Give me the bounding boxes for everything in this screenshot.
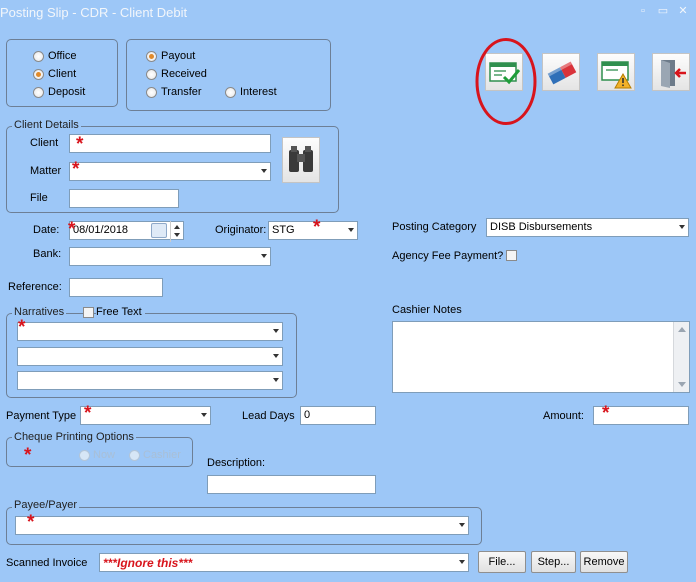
now-radio[interactable] [79, 450, 90, 461]
free-text-label: Free Text [96, 306, 145, 318]
agency-fee-label: Agency Fee Payment? [392, 250, 504, 262]
cashier-notes-textarea[interactable] [392, 321, 690, 393]
file-button[interactable]: File... [478, 551, 526, 573]
payment-type-required-marker: * [84, 403, 92, 424]
chevron-down-icon [459, 560, 465, 564]
clear-button[interactable] [542, 53, 580, 91]
lead-days-input[interactable]: 0 [300, 406, 376, 425]
remove-button[interactable]: Remove [580, 551, 628, 573]
deposit-radio[interactable] [33, 87, 44, 98]
scrollbar[interactable] [673, 322, 689, 392]
eraser-icon [547, 61, 577, 85]
bank-dropdown[interactable] [69, 247, 271, 266]
chevron-down-icon [348, 228, 354, 232]
calendar-icon[interactable] [151, 223, 167, 238]
payment-type-dropdown[interactable] [80, 406, 211, 425]
description-label: Description: [207, 457, 266, 469]
interest-label: Interest [240, 86, 277, 98]
date-value: 08/01/2018 [73, 224, 129, 236]
title-bar: Posting Slip - CDR - Client Debit ▫ ▭ ✕ [0, 0, 696, 26]
client-input[interactable] [69, 134, 271, 153]
chevron-down-icon [273, 378, 279, 382]
chevron-down-icon [261, 169, 267, 173]
client-type-label: Client [48, 68, 77, 80]
exit-button[interactable] [652, 53, 690, 91]
payout-radio[interactable] [146, 51, 157, 62]
received-label: Received [161, 68, 207, 80]
originator-label: Originator: [215, 224, 267, 236]
window-title: Posting Slip - CDR - Client Debit [0, 5, 188, 20]
amount-label: Amount: [543, 410, 584, 422]
transfer-label: Transfer [161, 86, 202, 98]
date-label: Date: [33, 224, 60, 236]
reference-input[interactable] [69, 278, 163, 297]
binoculars-icon [289, 146, 313, 172]
date-spinner[interactable] [170, 221, 184, 242]
cashier-label: Cashier [143, 449, 181, 461]
payout-label: Payout [161, 50, 196, 62]
agency-fee-checkbox[interactable] [506, 250, 517, 261]
client-details-legend: Client Details [12, 119, 81, 131]
payee-required-marker: * [27, 512, 35, 533]
minimize-button[interactable]: ▫ [636, 4, 650, 18]
client-required-marker: * [76, 134, 84, 155]
posting-category-label: Posting Category [392, 221, 477, 233]
exit-door-icon [661, 60, 686, 88]
originator-value: STG [272, 224, 295, 236]
cheque-warning-button[interactable] [597, 53, 635, 91]
received-radio[interactable] [146, 69, 157, 80]
scanned-invoice-value: ***Ignore this*** [103, 556, 193, 570]
office-radio[interactable] [33, 51, 44, 62]
date-required-marker: * [68, 219, 76, 240]
chevron-down-icon [273, 329, 279, 333]
office-label: Office [48, 50, 77, 62]
interest-radio[interactable] [225, 87, 236, 98]
amount-required-marker: * [602, 403, 610, 424]
cheque-printing-legend: Cheque Printing Options [12, 431, 136, 443]
file-input[interactable] [69, 189, 179, 208]
chevron-down-icon [273, 354, 279, 358]
narrative-required-marker: * [18, 317, 26, 338]
cashier-radio[interactable] [129, 450, 140, 461]
posting-category-dropdown[interactable]: DISB Disbursements [486, 218, 689, 237]
reference-label: Reference: [8, 281, 62, 293]
client-radio[interactable] [33, 69, 44, 80]
narrative-line-2[interactable] [17, 347, 283, 366]
matter-dropdown[interactable] [69, 162, 271, 181]
description-input[interactable] [207, 475, 376, 494]
chevron-down-icon [679, 225, 685, 229]
cheque-warning-icon [601, 61, 632, 89]
chevron-down-icon [201, 413, 207, 417]
now-label: Now [93, 449, 116, 461]
narrative-line-1[interactable] [17, 322, 283, 341]
deposit-label: Deposit [48, 86, 86, 98]
maximize-button[interactable]: ▭ [656, 4, 670, 18]
payee-payer-dropdown[interactable] [15, 516, 469, 535]
posting-category-value: DISB Disbursements [490, 221, 593, 233]
search-client-button[interactable] [282, 137, 320, 183]
step-button[interactable]: Step... [531, 551, 576, 573]
payment-type-label: Payment Type [6, 410, 77, 422]
cashier-notes-label: Cashier Notes [392, 304, 462, 316]
payee-payer-legend: Payee/Payer [12, 499, 79, 511]
scanned-invoice-label: Scanned Invoice [6, 557, 88, 569]
narrative-line-3[interactable] [17, 371, 283, 390]
transfer-radio[interactable] [146, 87, 157, 98]
highlight-ellipse [475, 38, 537, 125]
free-text-checkbox[interactable] [83, 307, 94, 318]
cheque-printing-required-marker: * [24, 445, 32, 466]
lead-days-label: Lead Days [242, 410, 295, 422]
close-button[interactable]: ✕ [676, 4, 690, 18]
chevron-down-icon [459, 523, 465, 527]
originator-required-marker: * [313, 217, 321, 238]
matter-label: Matter [30, 165, 62, 177]
scanned-invoice-dropdown[interactable]: ***Ignore this*** [99, 553, 469, 572]
bank-label: Bank: [33, 248, 62, 260]
client-label: Client [30, 137, 59, 149]
chevron-down-icon [261, 254, 267, 258]
file-label: File [30, 192, 48, 204]
matter-required-marker: * [72, 159, 80, 180]
